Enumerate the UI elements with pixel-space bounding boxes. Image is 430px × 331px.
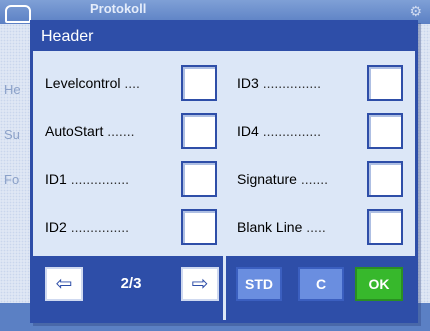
label-id4: ID4 ............... (237, 121, 321, 141)
checkbox-id1[interactable] (181, 161, 217, 197)
ok-button[interactable]: OK (355, 267, 403, 301)
label-signature: Signature ....... (237, 169, 328, 189)
label-dots: ............... (70, 171, 130, 187)
scale-icon (5, 5, 31, 23)
page-indicator: 2/3 (120, 275, 142, 292)
previous-page-button[interactable]: ⇦ (45, 267, 83, 301)
background-item-summary: Su (4, 127, 20, 142)
header-dialog: Header Levelcontrol .... AutoStart .....… (30, 20, 418, 323)
label-text: ID1 (45, 171, 67, 187)
std-button[interactable]: STD (236, 267, 282, 301)
gear-icon: ⚙ (409, 3, 422, 19)
label-text: AutoStart (45, 123, 104, 139)
next-page-button[interactable]: ⇨ (181, 267, 219, 301)
label-dots: ..... (306, 219, 326, 235)
checkbox-signature[interactable] (367, 161, 403, 197)
label-dots: ....... (107, 123, 135, 139)
label-dots: ....... (300, 171, 329, 187)
label-blank-line: Blank Line ..... (237, 217, 326, 237)
label-text: Signature (237, 171, 297, 187)
label-id2: ID2 ............... (45, 217, 129, 237)
label-dots: ............... (262, 123, 322, 139)
checkbox-blank-line[interactable] (367, 209, 403, 245)
background-item-header: He (4, 82, 21, 97)
background-title: Protokoll (90, 1, 147, 16)
label-text: Levelcontrol (45, 75, 121, 91)
label-id1: ID1 ............... (45, 169, 129, 189)
c-button[interactable]: C (298, 267, 344, 301)
dialog-title: Header (33, 23, 415, 51)
label-text: Blank Line (237, 219, 303, 235)
label-dots: ............... (262, 75, 322, 91)
checkbox-autostart[interactable] (181, 113, 217, 149)
label-autostart: AutoStart ....... (45, 121, 135, 141)
checkbox-id2[interactable] (181, 209, 217, 245)
label-text: ID2 (45, 219, 67, 235)
label-text: ID4 (237, 123, 259, 139)
right-arrow-icon: ⇨ (191, 273, 209, 295)
checkbox-id3[interactable] (367, 65, 403, 101)
label-text: ID3 (237, 75, 259, 91)
label-dots: ............... (70, 219, 130, 235)
background-item-footer: Fo (4, 172, 20, 187)
footer-divider (223, 256, 226, 320)
checkbox-levelcontrol[interactable] (181, 65, 217, 101)
label-dots: .... (124, 75, 140, 91)
left-arrow-icon: ⇦ (55, 273, 73, 295)
label-id3: ID3 ............... (237, 73, 321, 93)
checkbox-id4[interactable] (367, 113, 403, 149)
label-levelcontrol: Levelcontrol .... (45, 73, 140, 93)
